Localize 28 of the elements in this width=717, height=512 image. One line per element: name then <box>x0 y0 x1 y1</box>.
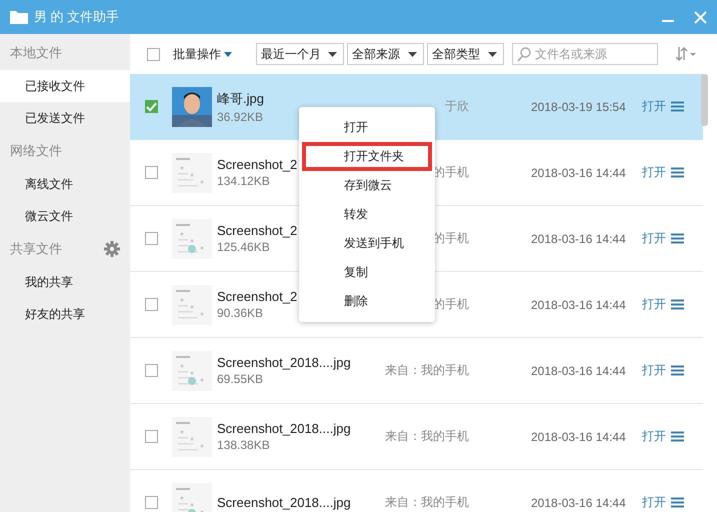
file-source: 来自：我的手机 <box>385 362 469 379</box>
file-name: Screenshot_2 <box>217 289 298 304</box>
file-size: 138.38KB <box>217 438 270 452</box>
file-name: 峰哥.jpg <box>217 90 264 108</box>
file-time: 2018-03-16 14:44 <box>531 496 627 510</box>
file-size: 125.46KB <box>217 240 270 254</box>
file-source: 来自：我的手机 <box>385 494 469 511</box>
file-time: 2018-03-16 14:44 <box>531 430 627 444</box>
file-source: 来自：我的手机 <box>385 428 469 445</box>
file-time: 2018-03-16 14:44 <box>531 298 627 312</box>
file-time: 2018-03-16 14:44 <box>531 232 627 246</box>
file-size: 36.92KB <box>217 110 264 124</box>
file-size: 69.55KB <box>217 372 264 386</box>
file-name: Screenshot_2018....jpg <box>217 495 351 510</box>
file-size: 90.36KB <box>217 306 264 320</box>
file-size: 134.12KB <box>217 174 270 188</box>
file-name: Screenshot_2 <box>217 157 298 172</box>
file-source: 于欣 <box>445 98 469 115</box>
window-title: 男 的 文件助手 <box>34 8 120 26</box>
file-time: 2018-03-16 14:44 <box>531 166 627 180</box>
sidebar-heading: 本地文件 <box>10 44 62 62</box>
file-name: Screenshot_2 <box>217 223 298 238</box>
sidebar-heading: 共享文件 <box>10 240 62 258</box>
file-time: 2018-03-16 14:44 <box>531 364 627 378</box>
file-name: Screenshot_2018....jpg <box>217 355 351 370</box>
file-time: 2018-03-19 15:54 <box>531 100 627 114</box>
sidebar-heading: 网络文件 <box>10 142 62 160</box>
file-name: Screenshot_2018....jpg <box>217 421 351 436</box>
